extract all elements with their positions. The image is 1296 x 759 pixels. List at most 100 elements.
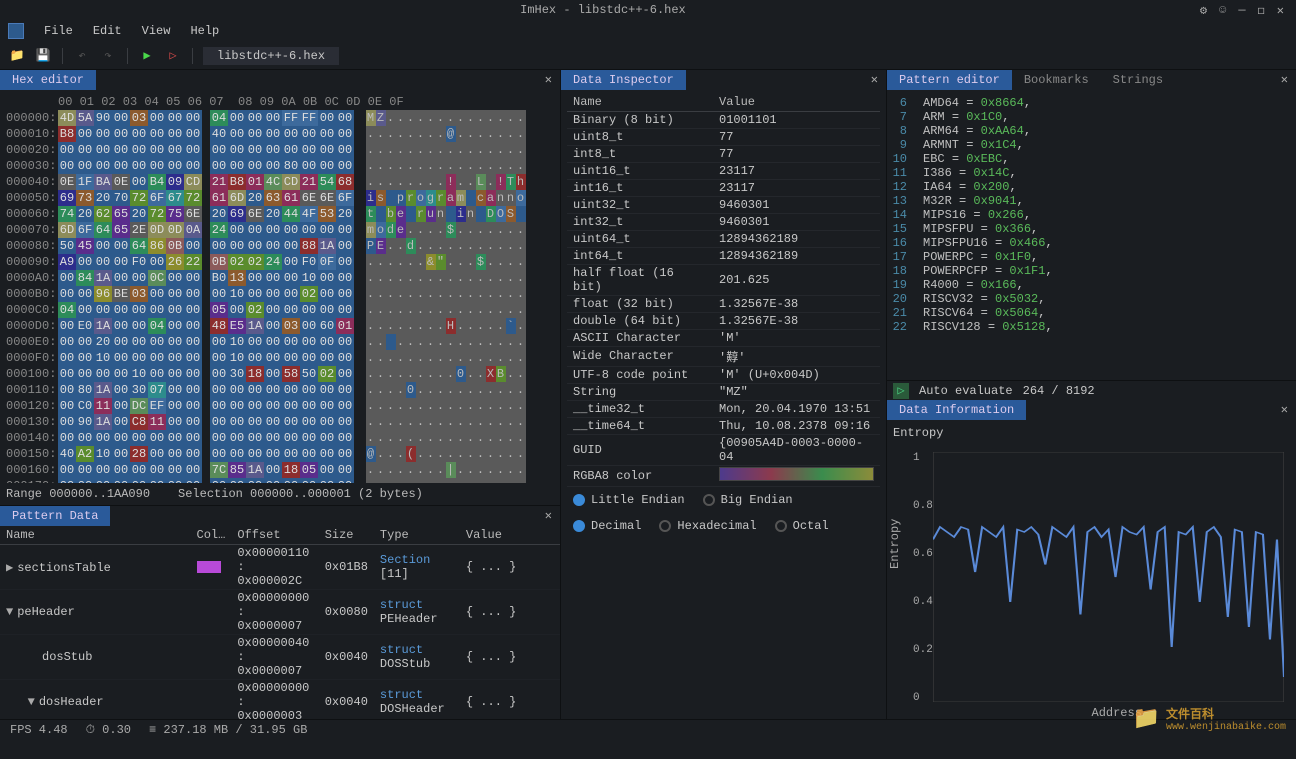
hex-byte[interactable]: 00 <box>210 414 228 430</box>
menu-help[interactable]: Help <box>180 22 229 40</box>
hex-byte[interactable]: 00 <box>130 318 148 334</box>
hex-byte[interactable]: E0 <box>76 318 94 334</box>
hex-byte[interactable]: 69 <box>228 206 246 222</box>
hex-byte[interactable]: 00 <box>300 398 318 414</box>
hex-byte[interactable]: 40 <box>58 446 76 462</box>
hex-byte[interactable]: 00 <box>282 350 300 366</box>
hex-byte[interactable]: 00 <box>210 158 228 174</box>
hex-byte[interactable]: 00 <box>264 318 282 334</box>
redo-icon[interactable]: ↷ <box>99 48 117 64</box>
hex-byte[interactable]: 00 <box>210 286 228 302</box>
hex-byte[interactable]: 00 <box>246 334 264 350</box>
hex-byte[interactable]: 00 <box>264 302 282 318</box>
hex-byte[interactable]: 88 <box>300 238 318 254</box>
hex-byte[interactable]: 63 <box>264 190 282 206</box>
hex-byte[interactable]: 20 <box>94 334 112 350</box>
hex-byte[interactable]: 00 <box>166 270 184 286</box>
tree-toggle-icon[interactable]: ▼ <box>28 695 35 709</box>
hex-byte[interactable]: 00 <box>76 126 94 142</box>
save-icon[interactable]: 💾 <box>34 48 52 64</box>
hex-byte[interactable]: 20 <box>210 206 228 222</box>
hex-byte[interactable]: 00 <box>76 366 94 382</box>
hex-byte[interactable]: 00 <box>282 142 300 158</box>
hex-byte[interactable]: 00 <box>112 270 130 286</box>
tree-toggle-icon[interactable]: ▶ <box>6 561 13 575</box>
hex-byte[interactable]: 00 <box>228 238 246 254</box>
hex-byte[interactable]: 96 <box>94 286 112 302</box>
hex-byte[interactable]: 30 <box>130 382 148 398</box>
hex-byte[interactable]: 00 <box>282 254 300 270</box>
hex-byte[interactable]: 02 <box>300 286 318 302</box>
hex-byte[interactable]: 00 <box>300 142 318 158</box>
hex-byte[interactable]: 7C <box>210 462 228 478</box>
hex-byte[interactable]: 00 <box>166 126 184 142</box>
hex-byte[interactable]: 72 <box>184 190 202 206</box>
hex-byte[interactable]: 50 <box>300 366 318 382</box>
hex-byte[interactable]: 00 <box>148 142 166 158</box>
hex-byte[interactable]: 00 <box>184 110 202 126</box>
hex-byte[interactable]: BE <box>112 286 130 302</box>
hex-byte[interactable]: 22 <box>184 254 202 270</box>
hex-byte[interactable]: 1A <box>318 238 336 254</box>
pd-row[interactable]: dosStub0x00000040 : 0x00000070x0040struc… <box>0 635 560 680</box>
hex-byte[interactable]: 6E <box>318 190 336 206</box>
file-tab[interactable]: libstdc++-6.hex <box>203 47 339 65</box>
hex-byte[interactable]: 00 <box>76 302 94 318</box>
hex-byte[interactable]: 00 <box>130 430 148 446</box>
hex-byte[interactable]: 00 <box>166 334 184 350</box>
hex-byte[interactable]: 00 <box>112 350 130 366</box>
hex-byte[interactable]: 62 <box>94 206 112 222</box>
hex-byte[interactable]: 53 <box>318 206 336 222</box>
hex-byte[interactable]: 00 <box>184 462 202 478</box>
bookmark-icon[interactable]: ▷ <box>164 48 182 64</box>
hex-byte[interactable]: 45 <box>76 238 94 254</box>
hex-byte[interactable]: 44 <box>282 206 300 222</box>
hex-byte[interactable]: 00 <box>264 238 282 254</box>
hex-byte[interactable]: 00 <box>264 462 282 478</box>
hex-byte[interactable]: 00 <box>94 126 112 142</box>
pd-col[interactable]: Col… <box>191 526 232 545</box>
hex-byte[interactable]: 00 <box>318 270 336 286</box>
hex-byte[interactable]: C0 <box>76 398 94 414</box>
hex-byte[interactable]: 00 <box>58 462 76 478</box>
hex-byte[interactable]: 00 <box>166 110 184 126</box>
hex-byte[interactable]: 2E <box>130 222 148 238</box>
panel-close-icon[interactable]: ✕ <box>537 70 560 90</box>
hex-byte[interactable]: 00 <box>246 398 264 414</box>
hex-byte[interactable]: 00 <box>76 462 94 478</box>
hex-byte[interactable]: 00 <box>318 142 336 158</box>
hex-byte[interactable]: 80 <box>282 158 300 174</box>
hex-byte[interactable]: 0B <box>166 238 184 254</box>
hex-byte[interactable]: 00 <box>148 366 166 382</box>
hex-byte[interactable]: 00 <box>112 126 130 142</box>
help-icon[interactable]: ☺ <box>1219 3 1226 18</box>
hex-byte[interactable]: 0F <box>318 254 336 270</box>
hex-byte[interactable]: 00 <box>58 270 76 286</box>
hex-byte[interactable]: 0E <box>58 174 76 190</box>
hex-byte[interactable]: 00 <box>318 286 336 302</box>
hex-byte[interactable]: 00 <box>228 398 246 414</box>
hex-byte[interactable]: B0 <box>210 270 228 286</box>
hex-byte[interactable]: 00 <box>166 350 184 366</box>
hex-byte[interactable]: 00 <box>112 382 130 398</box>
hex-byte[interactable]: 20 <box>336 206 354 222</box>
hex-byte[interactable]: 1A <box>94 270 112 286</box>
hex-byte[interactable]: 00 <box>112 462 130 478</box>
hex-byte[interactable]: 00 <box>58 318 76 334</box>
hex-byte[interactable]: 00 <box>246 270 264 286</box>
hex-byte[interactable]: 00 <box>58 158 76 174</box>
hex-byte[interactable]: 00 <box>94 142 112 158</box>
hex-byte[interactable]: 5A <box>76 110 94 126</box>
hex-byte[interactable]: 00 <box>300 222 318 238</box>
hex-byte[interactable]: 4C <box>264 174 282 190</box>
hex-byte[interactable]: 10 <box>228 334 246 350</box>
tab-pattern-editor[interactable]: Pattern editor <box>887 70 1012 90</box>
hex-byte[interactable]: 00 <box>318 110 336 126</box>
hex-byte[interactable]: 67 <box>166 190 184 206</box>
hex-byte[interactable]: 6E <box>246 206 264 222</box>
hex-byte[interactable]: 74 <box>58 206 76 222</box>
hex-byte[interactable]: FF <box>282 110 300 126</box>
hex-byte[interactable]: 00 <box>112 430 130 446</box>
panel-close-icon[interactable]: ✕ <box>863 70 886 90</box>
hex-byte[interactable]: C8 <box>130 414 148 430</box>
